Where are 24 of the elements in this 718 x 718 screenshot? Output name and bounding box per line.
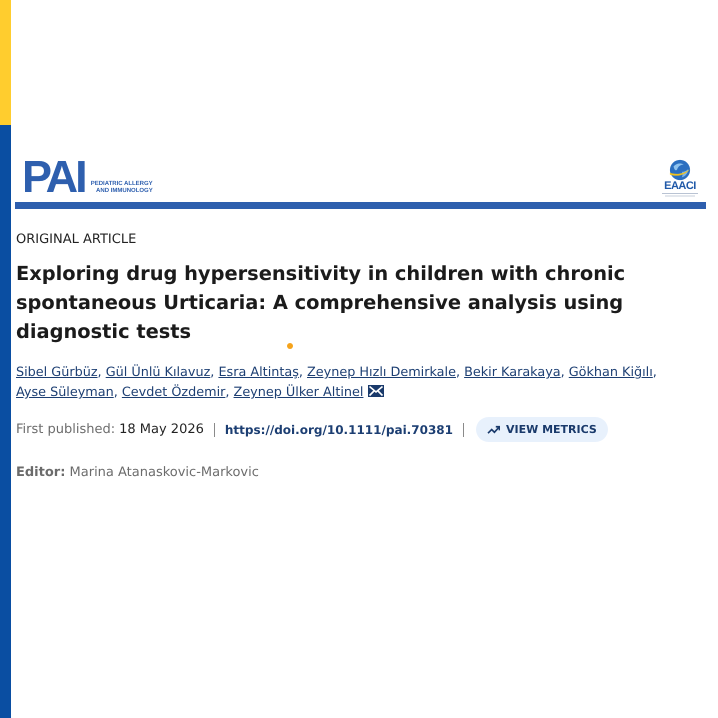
- fine-print-drawing: [662, 193, 698, 197]
- author-link[interactable]: Zeynep Hızlı Demirkale: [307, 365, 456, 380]
- author-link[interactable]: Gül Ünlü Kılavuz: [106, 365, 210, 380]
- society-logo-text: EAACI: [664, 181, 696, 192]
- trend-icon: [487, 424, 500, 435]
- editor-line: Editor: Marina Atanaskovic-Markovic: [16, 464, 260, 482]
- author-link[interactable]: Esra Altintaş: [218, 365, 299, 380]
- journal-logo-text[interactable]: PAI: [22, 159, 85, 195]
- author-link[interactable]: Sibel Gürbüz: [16, 365, 98, 380]
- author-link[interactable]: Cevdet Özdemir: [122, 385, 226, 400]
- published-date: 18 May 2026: [119, 422, 204, 437]
- globe-icon: [669, 159, 691, 181]
- dot-icon: [287, 343, 293, 349]
- author-link[interactable]: Zeynep Ülker Altinel: [234, 385, 364, 400]
- view-metrics-button[interactable]: VIEW METRICS: [476, 417, 608, 442]
- doi-link[interactable]: https://doi.org/10.1111/pai.70381: [224, 422, 453, 436]
- article-title: Exploring drug hypersensitivity in children with chronic spontaneous Urticaria: A comprehensive analysis using diagnostic tests: [16, 261, 626, 345]
- author-link[interactable]: Bekir Karakaya: [464, 365, 561, 380]
- article-type: ORIGINAL ARTICLE: [16, 231, 138, 248]
- author-link[interactable]: Gökhan Kiğılı: [568, 365, 653, 380]
- mail-icon[interactable]: [368, 385, 384, 397]
- published-label: First published:: [16, 422, 116, 437]
- author-list: Sibel Gürbüz, Gül Ünlü Kılavuz, Esra Altintaş, Zeynep Hızlı Demirkale, Bekir Karakaya, Gökhan Kiğılı, Ayse Süleyman, Cevdet Özdemir, Zeynep Ülker Altinel: [16, 363, 686, 403]
- author-link[interactable]: Ayse Süleyman: [16, 385, 114, 400]
